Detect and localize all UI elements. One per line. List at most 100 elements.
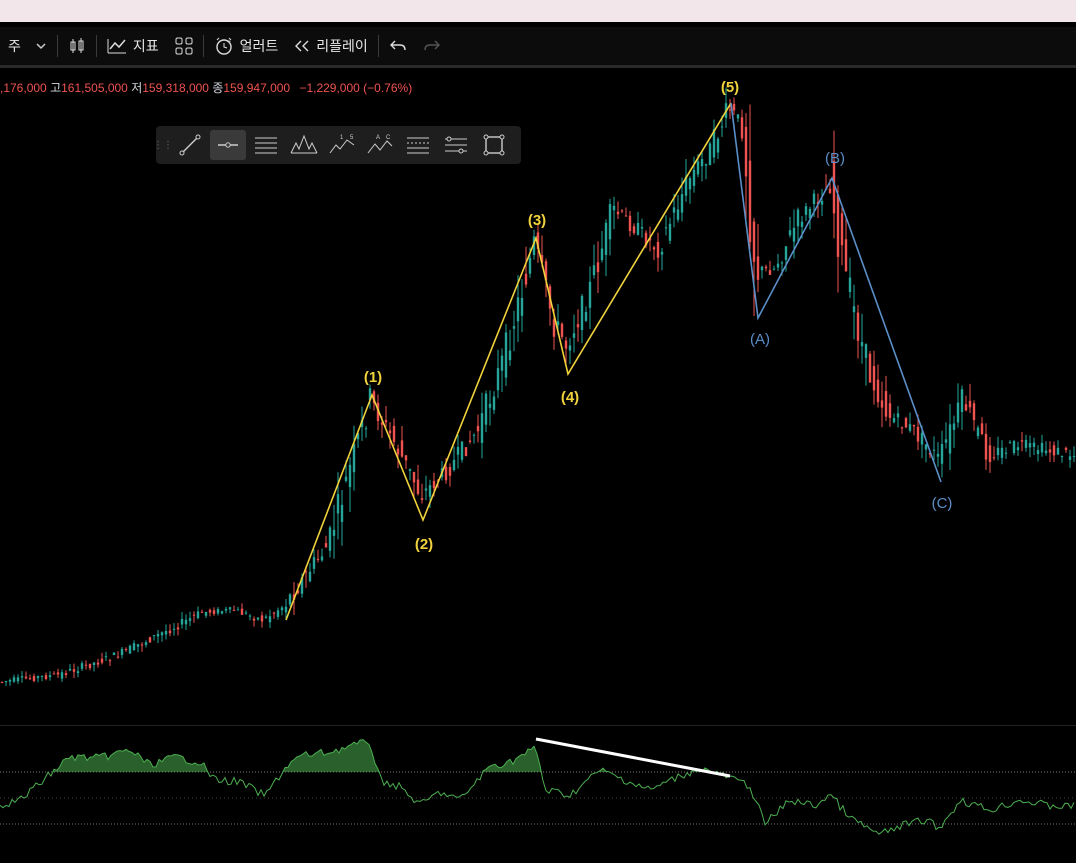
wave-label-c: (C): [932, 495, 953, 512]
trend-line-tool[interactable]: [172, 130, 208, 160]
candle-body: [180, 619, 184, 625]
candle-body: [1036, 450, 1040, 454]
candle-body: [328, 527, 332, 551]
elliott-correction-tool[interactable]: AC: [362, 130, 398, 160]
candle-body: [52, 673, 56, 675]
candle-body: [1008, 442, 1012, 444]
candle-body: [244, 612, 248, 614]
oscillator-pane[interactable]: [0, 725, 1076, 863]
head-and-shoulders-tool[interactable]: [286, 130, 322, 160]
candle-body: [664, 227, 668, 229]
candle-body: [588, 281, 592, 308]
undo-icon: [389, 40, 406, 51]
candle-body: [828, 188, 832, 193]
candle-body: [508, 350, 512, 361]
candle-body: [700, 159, 704, 167]
divergence-line[interactable]: [535, 737, 731, 778]
svg-text:5: 5: [350, 135, 354, 141]
candle-body: [572, 333, 576, 338]
candle-body: [792, 227, 796, 242]
parallel-channel-tool[interactable]: [438, 130, 474, 160]
candle-body: [800, 221, 804, 227]
candle-body: [64, 673, 68, 676]
candle-body: [220, 611, 224, 614]
candle-body: [880, 400, 884, 408]
candle-body: [1028, 443, 1032, 448]
candle-body: [876, 379, 880, 403]
candle-body: [612, 205, 616, 211]
rectangle-tool[interactable]: [476, 130, 512, 160]
candle-body: [576, 324, 580, 328]
candle-body: [908, 424, 912, 431]
candle-body: [744, 126, 748, 177]
price-chart[interactable]: (1) (2) (3) (4) (5) (A) (B) (C): [0, 68, 1076, 723]
candle-body: [688, 178, 692, 190]
candle-body: [20, 676, 24, 678]
candle-body: [72, 669, 76, 672]
candle-body: [476, 425, 480, 432]
candle-body: [452, 459, 456, 471]
candle-body: [944, 439, 948, 443]
templates-button[interactable]: [167, 27, 201, 65]
candle-body: [652, 247, 656, 250]
candle-body: [848, 277, 852, 292]
undo-button[interactable]: [381, 27, 415, 65]
candle-body: [12, 677, 16, 682]
candle-body: [660, 251, 664, 255]
candle-body: [896, 413, 900, 418]
candle-body: [484, 393, 488, 425]
candle-body: [252, 618, 256, 621]
candle-body: [888, 403, 892, 418]
candle-body: [844, 239, 848, 272]
browser-top-strip: [0, 0, 1076, 22]
candle-body: [344, 476, 348, 481]
toolbar-divider: [95, 35, 97, 57]
candle-body: [172, 628, 176, 630]
candle-body: [752, 221, 756, 262]
pitchfork-tool[interactable]: [248, 130, 284, 160]
chart-type-button[interactable]: [60, 27, 94, 65]
candlestick-icon: [70, 38, 84, 53]
alert-button[interactable]: + 얼러트: [206, 27, 287, 65]
svg-text:+: +: [227, 39, 231, 46]
candle-body: [956, 402, 960, 423]
candle-body: [144, 642, 148, 645]
candle-body: [704, 164, 708, 166]
replay-button[interactable]: 리플레이: [286, 27, 376, 65]
redo-button[interactable]: [415, 27, 449, 65]
horizontal-ray-tool[interactable]: [210, 130, 246, 160]
candle-body: [1060, 455, 1064, 457]
impulse-wave-line[interactable]: [285, 102, 732, 621]
candle-body: [316, 558, 320, 560]
candle-body: [324, 543, 328, 548]
channel-icon: [445, 136, 467, 154]
candle-body: [120, 648, 124, 655]
candle-body: [972, 403, 976, 421]
candle-body: [524, 273, 528, 285]
candle-body: [256, 617, 260, 620]
candle-body: [528, 257, 532, 274]
trend-line-icon: [179, 134, 201, 156]
wave-label-3: (3): [528, 212, 546, 229]
fib-channel-tool[interactable]: [400, 130, 436, 160]
candle-body: [352, 443, 356, 473]
candle-body: [1012, 441, 1016, 453]
interval-selector[interactable]: 주: [0, 27, 55, 65]
chart-toolbar: 주 지표 + 얼러트 리플레이: [0, 27, 1076, 68]
elliott-impulse-tool[interactable]: 15: [324, 130, 360, 160]
candle-body: [764, 266, 768, 269]
candle-body: [340, 504, 344, 522]
indicators-button[interactable]: 지표: [99, 27, 167, 65]
candle-body: [1032, 442, 1036, 447]
alarm-clock-icon: +: [215, 37, 232, 55]
candle-body: [964, 404, 968, 411]
svg-text:1: 1: [340, 135, 344, 141]
drag-handle-icon[interactable]: ⋮⋮: [153, 140, 173, 151]
candle-body: [264, 616, 268, 618]
candle-body: [460, 441, 464, 460]
candle-body: [488, 403, 492, 408]
candle-body: [980, 423, 984, 434]
candle-body: [184, 619, 188, 625]
candle-body: [116, 656, 120, 658]
candle-body: [820, 200, 824, 205]
